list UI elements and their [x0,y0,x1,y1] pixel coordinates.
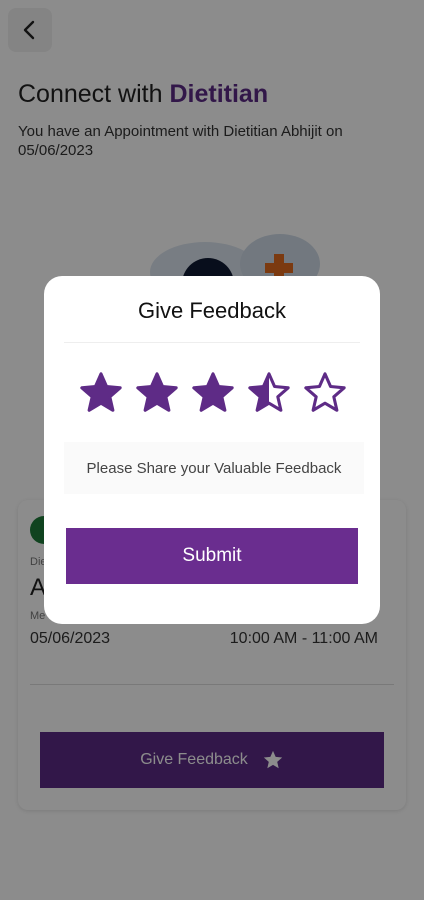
rating-star-1-icon[interactable] [78,370,124,416]
feedback-dialog: Give Feedback Submit [44,276,380,624]
submit-button[interactable]: Submit [66,528,358,584]
rating-star-3-icon[interactable] [190,370,236,416]
dialog-title: Give Feedback [138,298,286,323]
feedback-input[interactable] [64,442,364,494]
star-rating [78,370,348,416]
rating-star-4-icon[interactable] [246,370,292,416]
rating-star-5-icon[interactable] [302,370,348,416]
rating-star-2-icon[interactable] [134,370,180,416]
dialog-divider [64,342,360,343]
